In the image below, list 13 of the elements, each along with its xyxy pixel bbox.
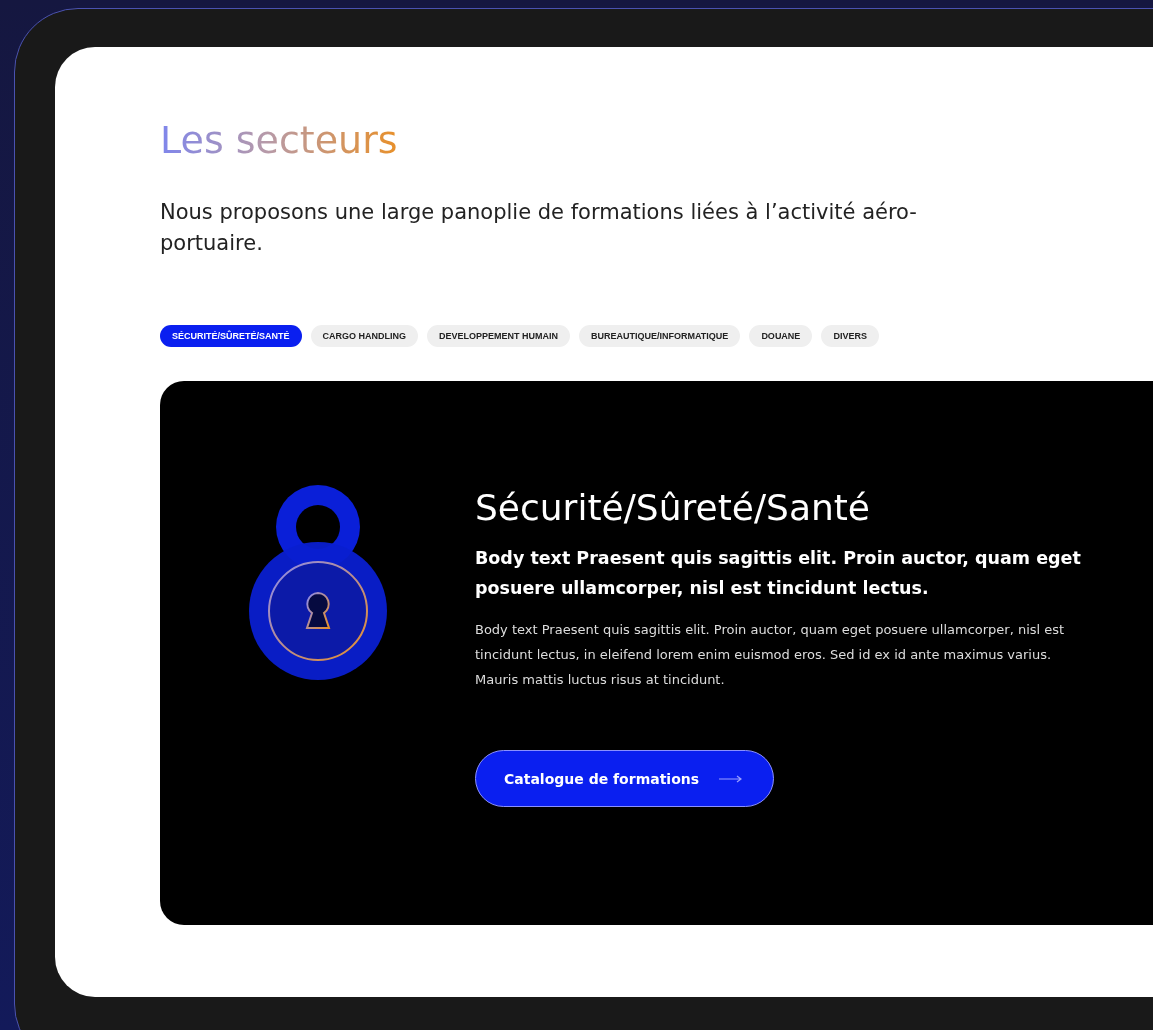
sector-tab[interactable]: BUREAUTIQUE/INFORMATIQUE	[579, 325, 741, 347]
arrow-icon	[719, 774, 744, 783]
card-body-text: Body text Praesent quis sagittis elit. Proin auctor, quam eget posuere ullamcorper, nisl est tincidunt lectus, in eleifend lorem enim euismod eros. Sed id ex id ante maximus varius. Mauris mattis luctus risus at tincidunt.	[475, 621, 1066, 689]
sector-tab[interactable]: DOUANE	[749, 325, 813, 347]
padlock-icon	[247, 485, 388, 681]
card-lead-text: Body text Praesent quis sagittis elit. Proin auctor, quam eget posuere ullamcorper, nisl est tincidunt lectus.	[475, 547, 1082, 600]
catalogue-button[interactable]: Catalogue de formations	[475, 750, 775, 807]
sector-tab[interactable]: SÉCURITÉ/SÛRETÉ/SANTÉ	[160, 325, 302, 347]
card-heading: Sécurité/Sûreté/Santé	[475, 486, 871, 530]
sector-tab[interactable]: CARGO HANDLING	[310, 325, 418, 347]
intro-text: Nous proposons une large panoplie de formations liées à l’activité aéro-portuaire.	[160, 199, 918, 257]
sector-tab[interactable]: DIVERS	[821, 325, 879, 347]
sector-tab[interactable]: DEVELOPPEMENT HUMAIN	[427, 325, 571, 347]
